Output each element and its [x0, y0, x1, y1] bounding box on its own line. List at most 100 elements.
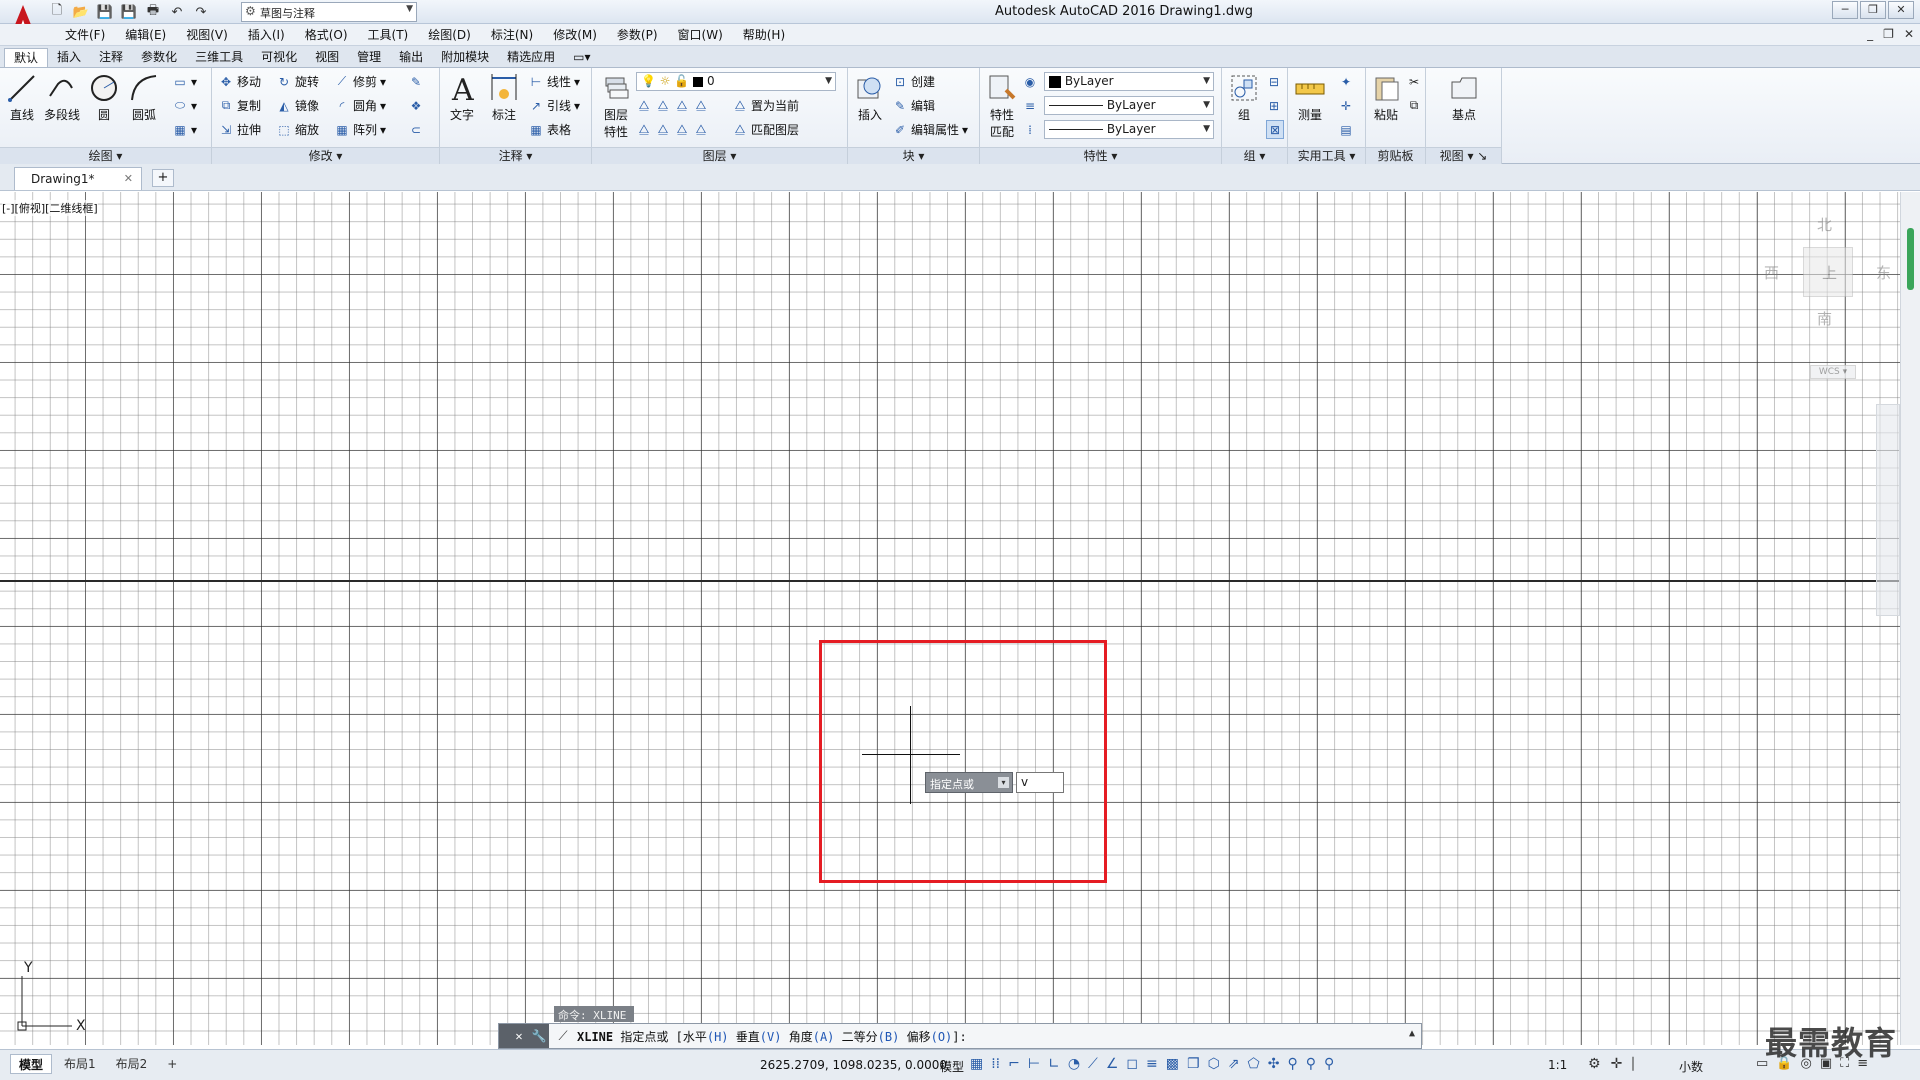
set-current-button[interactable]: ⧋ 置为当前 — [732, 96, 799, 115]
construction-line[interactable] — [0, 580, 1900, 582]
menu-parametric[interactable]: 参数(P) — [607, 27, 668, 43]
option-angle[interactable]: 角度(A) — [789, 1030, 835, 1044]
tab-manage[interactable]: 管理 — [348, 48, 390, 67]
coordinates-readout[interactable]: 2625.2709, 1098.0235, 0.0000 — [760, 1058, 947, 1072]
units-dropdown[interactable]: 小数 — [1679, 1058, 1703, 1075]
table-button[interactable]: ▦ 表格 — [528, 120, 571, 139]
menu-dimension[interactable]: 标注(N) — [481, 27, 543, 43]
panel-layers-title[interactable]: 图层 ▾ — [592, 147, 847, 164]
doc-minimize-button[interactable]: _ — [1867, 27, 1873, 41]
restore-button[interactable]: ❐ — [1860, 1, 1886, 19]
new-file-icon[interactable]: 🗋 — [48, 3, 66, 21]
viewcube[interactable]: 北 西 东 南 上 — [1750, 202, 1900, 352]
annotation-scale-icon[interactable]: ⚲ — [1324, 1056, 1334, 1072]
calculator-button[interactable]: ▤ — [1338, 120, 1354, 139]
menu-edit[interactable]: 编辑(E) — [115, 27, 176, 43]
menu-view[interactable]: 视图(V) — [176, 27, 238, 43]
wrench-icon[interactable]: 🔧 — [529, 1024, 549, 1048]
ortho-icon[interactable]: ∟ — [1048, 1056, 1060, 1072]
circle-button[interactable]: 圆 — [84, 72, 124, 123]
base-view-button[interactable]: 基点 — [1444, 72, 1484, 123]
copy-clip-button[interactable]: ⧉ — [1406, 96, 1422, 115]
gizmo-icon[interactable]: ✣ — [1268, 1056, 1280, 1072]
panel-properties-title[interactable]: 特性 ▾ — [980, 147, 1221, 164]
snap-icon[interactable]: ⁞⁞ — [991, 1056, 1000, 1072]
panel-utilities-title[interactable]: 实用工具 ▾ — [1288, 147, 1365, 164]
print-icon[interactable]: 🖶 — [144, 3, 162, 21]
scrollbar-thumb[interactable] — [1907, 228, 1914, 290]
move-button[interactable]: ✥ 移动 — [218, 72, 261, 91]
rotate-button[interactable]: ↻ 旋转 — [276, 72, 319, 91]
layout-tab-model[interactable]: 模型 — [10, 1054, 53, 1074]
panel-block-title[interactable]: 块 ▾ — [848, 147, 979, 164]
dynamic-input-field[interactable]: v — [1016, 772, 1064, 793]
ungroup-button[interactable]: ⊟ — [1266, 72, 1282, 91]
command-line[interactable]: ✕ 🔧 ⟋ XLINE 指定点或 [水平(H) 垂直(V) 角度(A) 二等分(… — [498, 1023, 1422, 1049]
viewcube-west[interactable]: 西 — [1764, 262, 1779, 283]
close-button[interactable]: ✕ — [1888, 1, 1914, 19]
command-history-toggle-icon[interactable]: ▲ — [1409, 1028, 1415, 1039]
tab-view[interactable]: 视图 — [306, 48, 348, 67]
save-icon[interactable]: 💾 — [96, 3, 114, 21]
doc-tab-drawing1[interactable]: Drawing1* ✕ — [14, 167, 142, 190]
tab-default[interactable]: 默认 — [4, 48, 49, 67]
color-dropdown[interactable]: ByLayer ▼ — [1044, 72, 1214, 91]
array-button[interactable]: ▦ 阵列 ▾ — [334, 120, 386, 139]
menu-window[interactable]: 窗口(W) — [668, 27, 733, 43]
create-block-button[interactable]: ⊡ 创建 — [892, 72, 935, 91]
layer-tools-row2[interactable]: ⧋ ⧋ ⧋ ⧋ — [636, 120, 709, 139]
isodraft-icon[interactable]: ⟋ — [1088, 1056, 1098, 1072]
menu-tools[interactable]: 工具(T) — [358, 27, 419, 43]
viewcube-north[interactable]: 北 — [1817, 214, 1832, 235]
lineweight-icon[interactable]: ≡ — [1146, 1056, 1158, 1072]
dynamic-ucs-icon[interactable]: ⇗ — [1228, 1056, 1240, 1072]
tab-annotate[interactable]: 注释 — [90, 48, 132, 67]
linear-dim-button[interactable]: ⊢ 线性 ▾ — [528, 72, 580, 91]
layer-tools-row1[interactable]: ⧋ ⧋ ⧋ ⧋ — [636, 96, 709, 115]
selection-filter-icon[interactable]: ⬠ — [1248, 1056, 1260, 1072]
menu-draw[interactable]: 绘图(D) — [418, 27, 481, 43]
edit-block-button[interactable]: ✎ 编辑 — [892, 96, 935, 115]
add-layout-button[interactable]: + — [159, 1054, 185, 1074]
add-icon[interactable]: ✛ — [1611, 1056, 1623, 1072]
copy-button[interactable]: ⧉ 复制 — [218, 96, 261, 115]
color-wheel-button[interactable]: ◉ — [1022, 72, 1038, 91]
minimize-button[interactable]: ─ — [1832, 1, 1858, 19]
option-vertical[interactable]: 垂直(V) — [736, 1030, 782, 1044]
linetype-dropdown[interactable]: ByLayer ▼ — [1044, 96, 1214, 115]
panel-modify-title[interactable]: 修改 ▾ — [212, 147, 439, 164]
infer-constraints-icon[interactable]: ⌐ — [1008, 1056, 1020, 1072]
trim-button[interactable]: ⟋ 修剪 ▾ — [334, 72, 386, 91]
tab-visualize[interactable]: 可视化 — [252, 48, 306, 67]
menu-file[interactable]: 文件(F) — [55, 27, 115, 43]
transparency-icon[interactable]: ▩ — [1166, 1056, 1179, 1072]
model-space-button[interactable]: 模型 — [940, 1058, 964, 1075]
transparency-button[interactable]: ⁞ — [1022, 120, 1038, 139]
layout-tab-1[interactable]: 布局1 — [56, 1054, 104, 1074]
selection-cycling-icon[interactable]: ❐ — [1187, 1056, 1200, 1072]
lineweight-button[interactable]: ≡ — [1022, 96, 1038, 115]
auto-scale-icon[interactable]: ⚲ — [1306, 1056, 1316, 1072]
panel-view-title[interactable]: 视图 ▾ ↘ — [1426, 147, 1501, 164]
layout-tab-2[interactable]: 布局2 — [108, 1054, 156, 1074]
point-coords-button[interactable]: ✛ — [1338, 96, 1354, 115]
arc-button[interactable]: 圆弧 — [124, 72, 164, 123]
menu-format[interactable]: 格式(O) — [295, 27, 358, 43]
tab-addins[interactable]: 附加模块 — [432, 48, 498, 67]
close-icon[interactable]: ✕ — [509, 1024, 529, 1048]
navigation-bar[interactable] — [1876, 404, 1900, 616]
tab-output[interactable]: 输出 — [390, 48, 432, 67]
match-properties-button[interactable]: 特性 匹配 — [982, 72, 1022, 140]
ellipse-button[interactable]: ⬭ ▾ — [172, 96, 197, 115]
object-snap-icon[interactable]: ◻ — [1126, 1056, 1138, 1072]
measure-button[interactable]: 测量 — [1290, 72, 1330, 123]
erase-button[interactable]: ✎ — [408, 72, 424, 91]
panel-annotation-title[interactable]: 注释 ▾ — [440, 147, 591, 164]
panel-groups-title[interactable]: 组 ▾ — [1222, 147, 1287, 164]
option-bisect[interactable]: 二等分(B) — [842, 1030, 900, 1044]
quick-select-button[interactable]: ✦ — [1338, 72, 1354, 91]
new-tab-button[interactable]: + — [152, 169, 174, 187]
workspace-dropdown[interactable]: ⚙ 草图与注释 ▼ — [241, 2, 417, 22]
mirror-button[interactable]: ◭ 镜像 — [276, 96, 319, 115]
line-button[interactable]: 直线 — [2, 72, 42, 123]
